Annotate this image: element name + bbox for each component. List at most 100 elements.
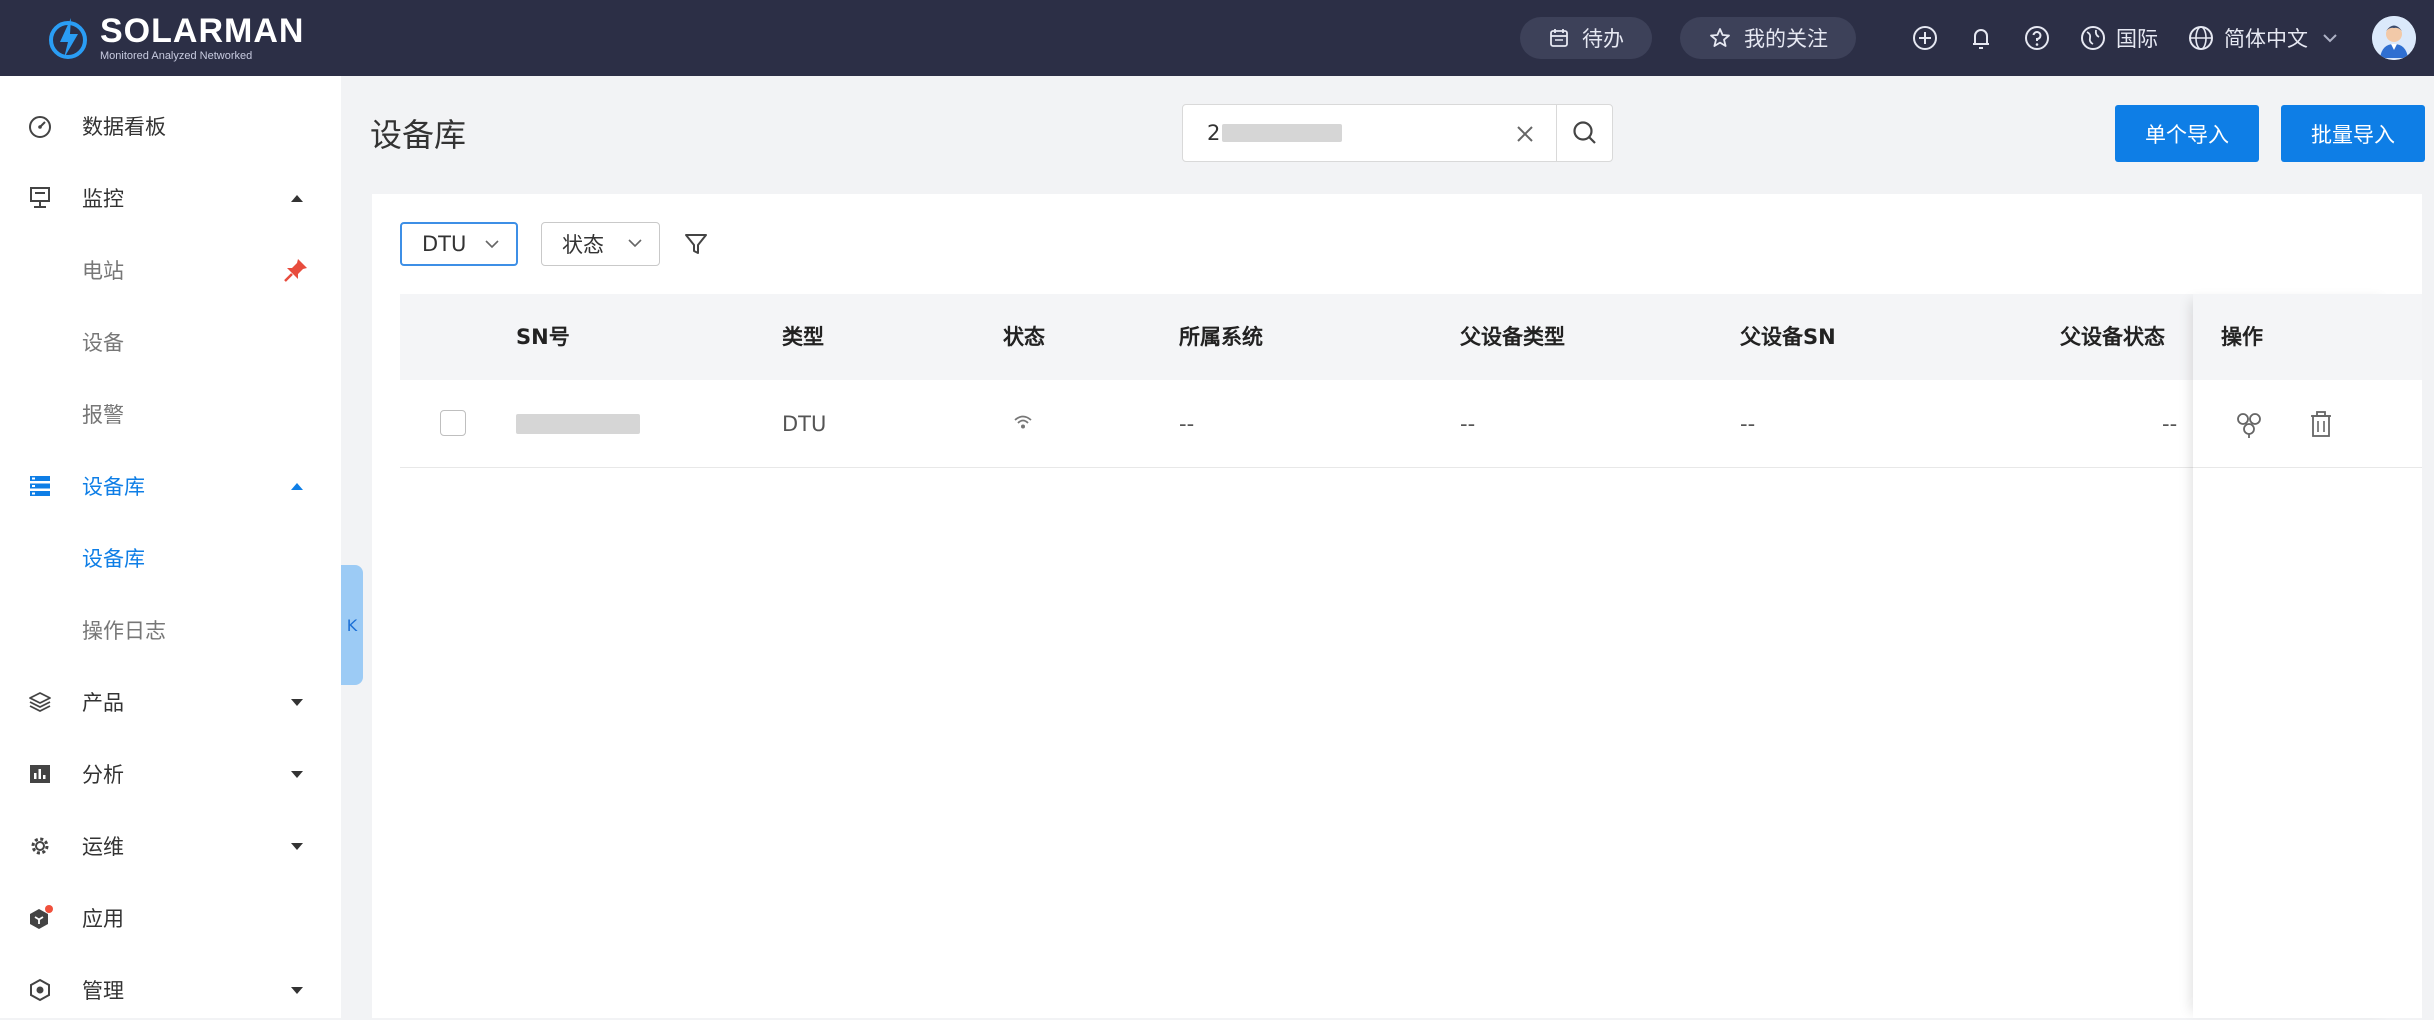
sidebar: 数据看板 监控 电站 设备 报警 设备库 设备库 操作日志 产品 分析 运维 应…	[0, 76, 341, 1018]
logo[interactable]: SOLARMAN Monitored Analyzed Networked	[44, 14, 304, 62]
sidebar-item-product[interactable]: 产品	[0, 672, 341, 732]
filter-funnel-icon[interactable]	[682, 230, 710, 258]
column-header-parent-status[interactable]: 父设备状态	[2060, 294, 2165, 380]
column-header-parent-type[interactable]: 父设备类型	[1460, 294, 1565, 380]
column-header-parent-sn[interactable]: 父设备SN	[1740, 294, 1836, 380]
sidebar-item-device[interactable]: 设备	[0, 312, 341, 372]
sidebar-item-operations[interactable]: 运维	[0, 816, 341, 876]
sidebar-item-label: 管理	[82, 979, 124, 1003]
sn-value-redacted	[516, 414, 640, 434]
cell-parent-status: --	[2162, 412, 2178, 436]
column-header-operations: 操作	[2193, 294, 2395, 380]
row-checkbox[interactable]	[440, 410, 466, 436]
sidebar-collapse-button[interactable]: K	[341, 565, 363, 685]
sidebar-item-alarm[interactable]: 报警	[0, 384, 341, 444]
search-value: 2	[1207, 121, 1343, 145]
dashboard-gauge-icon	[26, 112, 54, 140]
solarman-logo-icon	[49, 18, 87, 59]
caret-down-icon	[291, 986, 303, 994]
sidebar-item-device-library[interactable]: 设备库	[0, 456, 341, 516]
sidebar-item-label: 监控	[82, 187, 124, 211]
sidebar-item-manage[interactable]: 管理	[0, 960, 341, 1020]
todo-label: 待办	[1582, 27, 1624, 51]
single-import-button[interactable]: 单个导入	[2115, 105, 2259, 162]
cell-parent-type: --	[1460, 412, 1476, 436]
sidebar-item-label: 数据看板	[82, 115, 166, 139]
sidebar-item-dashboard[interactable]: 数据看板	[0, 96, 341, 156]
status-filter-value: 状态	[562, 233, 604, 257]
chevron-down-icon[interactable]	[2320, 28, 2340, 48]
cell-type: DTU	[782, 412, 827, 436]
sidebar-item-label: 报警	[82, 403, 124, 427]
bell-icon[interactable]	[1966, 23, 1996, 53]
sidebar-item-monitor[interactable]: 监控	[0, 168, 341, 228]
brand-tagline: Monitored Analyzed Networked	[100, 50, 253, 62]
column-header-status[interactable]: 状态	[1003, 294, 1045, 380]
top-bar: SOLARMAN Monitored Analyzed Networked 待办…	[0, 0, 2434, 76]
sidebar-item-label: 应用	[82, 907, 124, 931]
sidebar-item-device-library-sub[interactable]: 设备库	[0, 528, 341, 588]
favorites-button[interactable]: 我的关注	[1680, 17, 1856, 59]
chevron-down-icon	[628, 239, 642, 248]
sidebar-item-label: 产品	[82, 691, 124, 715]
language-globe-icon[interactable]	[2186, 23, 2216, 53]
search-input[interactable]: 2	[1182, 104, 1613, 162]
column-header-system[interactable]: 所属系统	[1179, 294, 1263, 380]
table-header: SN号 类型 状态 所属系统 父设备类型 父设备SN 父设备状态	[400, 294, 2422, 380]
relation-tree-icon[interactable]	[2233, 408, 2265, 440]
trash-icon[interactable]	[2305, 408, 2337, 440]
todo-button[interactable]: 待办	[1520, 17, 1652, 59]
page-title: 设备库	[370, 116, 467, 154]
brand-name: SOLARMAN	[100, 12, 305, 50]
help-icon[interactable]	[2022, 23, 2052, 53]
device-library-icon	[26, 472, 54, 500]
sidebar-item-label: 操作日志	[82, 619, 166, 643]
sidebar-item-label: 电站	[82, 259, 124, 283]
language-label[interactable]: 简体中文	[2224, 23, 2308, 53]
cell-system: --	[1179, 412, 1195, 436]
operations-cell	[2193, 380, 2395, 468]
sidebar-item-label: 运维	[82, 835, 124, 859]
chevron-down-icon	[485, 240, 499, 249]
pin-icon[interactable]	[282, 256, 310, 284]
device-table-card: DTU 状态 SN号 类型 状态 所属系统 父设备类型 父设备SN 父设备状态 …	[372, 194, 2422, 1018]
star-icon	[1710, 28, 1730, 47]
wifi-status-icon	[1014, 415, 1032, 429]
sidebar-item-label: 设备库	[82, 547, 145, 571]
layers-icon	[26, 688, 54, 716]
type-filter-select[interactable]: DTU	[400, 222, 518, 266]
cell-parent-sn: --	[1740, 412, 1756, 436]
sidebar-item-station[interactable]: 电站	[0, 240, 341, 300]
monitor-icon	[26, 184, 54, 212]
type-filter-value: DTU	[422, 232, 467, 256]
region-label[interactable]: 国际	[2116, 23, 2158, 53]
calendar-icon	[1550, 29, 1568, 47]
manage-hexagon-icon	[26, 976, 54, 1004]
caret-down-icon	[291, 770, 303, 778]
bar-chart-icon	[26, 760, 54, 788]
caret-down-icon	[291, 842, 303, 850]
globe-region-icon[interactable]	[2078, 23, 2108, 53]
sidebar-item-analysis[interactable]: 分析	[0, 744, 341, 804]
caret-up-icon	[291, 482, 303, 490]
batch-import-button[interactable]: 批量导入	[2281, 105, 2425, 162]
operations-column: 操作	[2193, 294, 2395, 1018]
redacted-text	[1222, 124, 1343, 142]
column-header-type[interactable]: 类型	[782, 294, 824, 380]
sidebar-item-operation-log[interactable]: 操作日志	[0, 600, 341, 660]
table-row[interactable]: DTU -- -- -- --	[400, 380, 2422, 468]
sidebar-item-apps[interactable]: 应用	[0, 888, 341, 948]
caret-down-icon	[291, 698, 303, 706]
search-icon	[1572, 121, 1596, 144]
column-header-sn[interactable]: SN号	[516, 294, 570, 380]
clear-icon[interactable]	[1510, 119, 1540, 149]
add-circle-icon[interactable]	[1910, 23, 1940, 53]
favorites-label: 我的关注	[1744, 27, 1828, 51]
avatar[interactable]	[2372, 16, 2416, 60]
app-cube-icon	[26, 904, 54, 932]
sidebar-item-label: 设备	[82, 331, 124, 355]
search-button[interactable]	[1556, 105, 1612, 161]
status-filter-select[interactable]: 状态	[541, 222, 660, 266]
caret-up-icon	[291, 194, 303, 202]
sidebar-item-label: 分析	[82, 763, 124, 787]
